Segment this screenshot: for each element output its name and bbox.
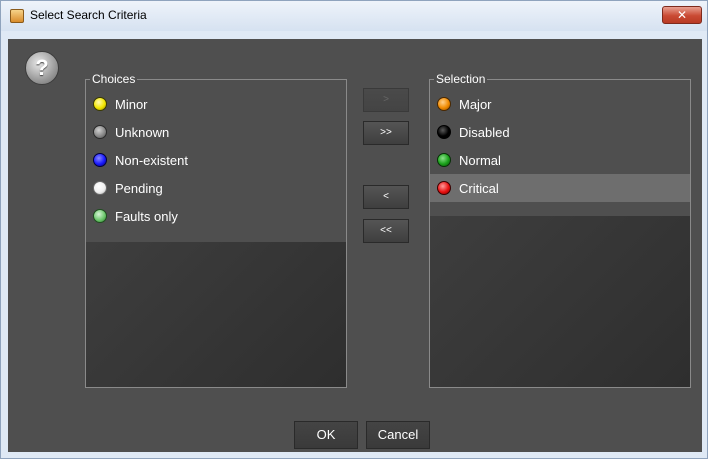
selection-item-major[interactable]: Major	[430, 90, 690, 118]
select-search-criteria-dialog: Select Search Criteria ✕ ? Choices Minor…	[0, 0, 708, 459]
choices-empty-area	[86, 242, 346, 387]
list-item-label: Major	[459, 96, 492, 112]
choices-item-unknown[interactable]: Unknown	[86, 118, 346, 146]
list-item-label: Faults only	[115, 208, 178, 224]
choices-item-minor[interactable]: Minor	[86, 90, 346, 118]
selection-empty-area	[430, 216, 690, 387]
list-item-label: Disabled	[459, 124, 510, 140]
dialog-content: ? Choices Minor Unknown Non-existent Pen…	[8, 39, 702, 452]
list-item-label: Normal	[459, 152, 501, 168]
selection-item-normal[interactable]: Normal	[430, 146, 690, 174]
help-icon[interactable]: ?	[25, 51, 59, 85]
status-dot-icon	[437, 97, 451, 111]
list-item-label: Critical	[459, 180, 499, 196]
close-button[interactable]: ✕	[662, 6, 702, 24]
status-dot-icon	[93, 153, 107, 167]
status-dot-icon	[437, 153, 451, 167]
window-title: Select Search Criteria	[30, 8, 147, 22]
selection-group: Selection Major Disabled Normal Critical	[429, 71, 691, 388]
list-item-label: Non-existent	[115, 152, 188, 168]
choices-group: Choices Minor Unknown Non-existent Pendi…	[85, 71, 347, 388]
choices-legend: Choices	[90, 71, 138, 87]
status-dot-icon	[93, 181, 107, 195]
title-bar[interactable]: Select Search Criteria ✕	[1, 1, 707, 31]
selection-item-critical[interactable]: Critical	[430, 174, 690, 202]
choices-item-pending[interactable]: Pending	[86, 174, 346, 202]
selection-item-disabled[interactable]: Disabled	[430, 118, 690, 146]
status-dot-icon	[437, 125, 451, 139]
add-all-button[interactable]: >>	[363, 121, 409, 145]
status-dot-icon	[93, 125, 107, 139]
remove-all-button[interactable]: <<	[363, 219, 409, 243]
list-item-label: Unknown	[115, 124, 170, 140]
choices-list[interactable]: Minor Unknown Non-existent Pending Fault…	[86, 90, 346, 387]
selection-legend: Selection	[434, 71, 488, 87]
status-dot-icon	[93, 209, 107, 223]
status-dot-icon	[93, 97, 107, 111]
choices-item-faults-only[interactable]: Faults only	[86, 202, 346, 230]
remove-button[interactable]: <	[363, 185, 409, 209]
java-app-icon	[10, 9, 24, 23]
choices-item-non-existent[interactable]: Non-existent	[86, 146, 346, 174]
list-item-label: Minor	[115, 96, 148, 112]
cancel-button[interactable]: Cancel	[366, 421, 430, 449]
ok-button[interactable]: OK	[294, 421, 358, 449]
add-button[interactable]: >	[363, 88, 409, 112]
list-item-label: Pending	[115, 180, 163, 196]
status-dot-icon	[437, 181, 451, 195]
selection-list[interactable]: Major Disabled Normal Critical	[430, 90, 690, 387]
